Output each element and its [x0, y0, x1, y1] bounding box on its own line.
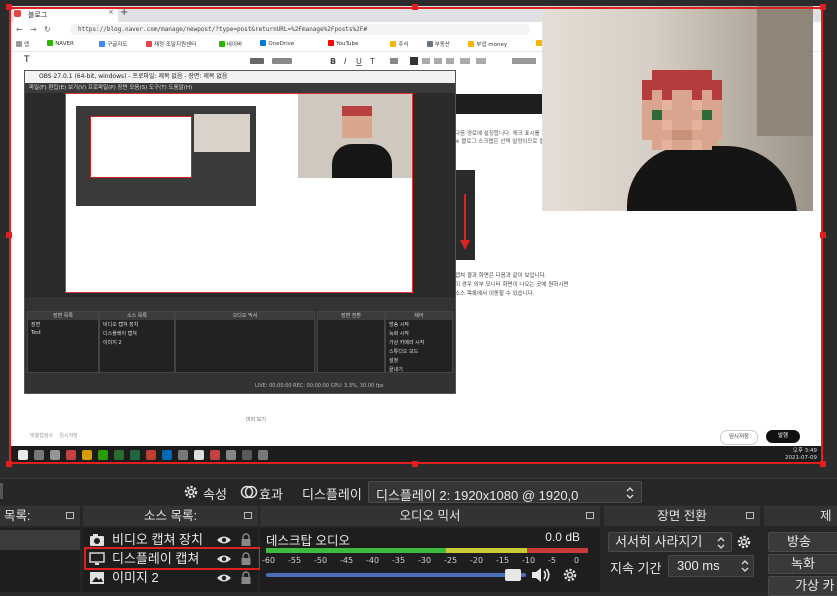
start-virtual-camera-button[interactable]: 가상 카	[768, 576, 837, 596]
resize-handle-bl[interactable]	[6, 461, 12, 467]
obs-preview[interactable]: 블로그 × + ← → ↻ https://blog.naver.com/man…	[0, 0, 837, 478]
volume-slider-thumb[interactable]	[504, 569, 521, 581]
display-label: 디스플레이	[302, 487, 362, 502]
source-toolbar: 속성 효과 디스플레이 디스플레이 2: 1920x1080 @ 1920,0	[0, 478, 837, 505]
speaker-icon[interactable]	[530, 566, 552, 584]
meter-tick-label: -40	[366, 556, 380, 565]
visibility-eye-icon[interactable]	[216, 572, 232, 584]
mixer-gear-icon[interactable]	[562, 567, 578, 583]
scenes-dock: 목록:	[0, 506, 80, 592]
meter-tick-label: -35	[392, 556, 406, 565]
meter-tick-label: -10	[522, 556, 536, 565]
camera-icon	[90, 534, 104, 546]
sources-list[interactable]: 비디오 캡쳐 장치 디스플레이 캡쳐 이미지 2	[83, 528, 261, 592]
transitions-dock-title: 장면 전환	[657, 509, 707, 523]
display-select-value: 디스플레이 2: 1920x1080 @ 1920,0	[376, 488, 579, 503]
resize-handle-tl[interactable]	[6, 4, 12, 10]
lock-icon[interactable]	[240, 571, 252, 585]
transitions-dock-header: 장면 전환	[604, 506, 760, 526]
controls-body: 방송 녹화 가상 카	[764, 528, 837, 596]
scenes-list[interactable]	[0, 528, 80, 592]
selected-source-highlight	[84, 547, 261, 570]
audio-mixer-dock: 오디오 믹서 데스크탑 오디오 0.0 dB -60 -55 -50 -45 -40 -3…	[260, 506, 600, 592]
start-streaming-button[interactable]: 방송	[768, 532, 837, 552]
mixer-dock-header: 오디오 믹서	[260, 506, 600, 526]
resize-handle-l[interactable]	[6, 232, 12, 238]
resize-handle-br[interactable]	[820, 461, 826, 467]
display-select[interactable]: 디스플레이 2: 1920x1080 @ 1920,0	[368, 481, 642, 503]
mixer-level-db: 0.0 dB	[545, 530, 580, 544]
lock-icon[interactable]	[240, 533, 252, 547]
meter-tick-label: -45	[340, 556, 354, 565]
meter-tick-label: -30	[418, 556, 432, 565]
spinner-updown-icon	[717, 537, 725, 549]
mixer-dock-title: 오디오 믹서	[399, 509, 461, 523]
source-selection-frame[interactable]	[9, 7, 823, 464]
meter-tick-label: -20	[470, 556, 484, 565]
meter-tick-label: -25	[444, 556, 458, 565]
spinner-updown-icon	[626, 487, 634, 499]
meter-tick-label: 0	[574, 556, 580, 565]
properties-label: 속성	[203, 487, 227, 502]
meter-segment	[446, 548, 527, 553]
filters-icon	[240, 485, 258, 499]
meter-segment	[526, 548, 588, 553]
filters-label: 효과	[259, 487, 283, 502]
meter-tick-label: -60	[262, 556, 276, 565]
resize-handle-tr[interactable]	[820, 4, 826, 10]
sources-dock-title: 소스 목록:	[144, 509, 197, 523]
dock-float-icon[interactable]	[244, 512, 252, 519]
transition-select-value: 서서히 사라지기	[615, 534, 703, 549]
duration-value: 300 ms	[677, 558, 720, 573]
spinner-updown-icon	[741, 560, 749, 572]
dock-float-icon[interactable]	[746, 512, 754, 519]
image-icon	[90, 572, 104, 584]
transitions-dock: 장면 전환 서서히 사라지기 지속 기간 300 ms	[604, 506, 760, 592]
gear-icon	[184, 485, 198, 499]
source-item[interactable]: 이미지 2	[83, 568, 258, 588]
sources-dock-header: 소스 목록:	[83, 506, 258, 526]
resize-handle-b[interactable]	[412, 461, 418, 467]
visibility-eye-icon[interactable]	[216, 534, 232, 546]
transition-select[interactable]: 서서히 사라지기	[608, 532, 732, 552]
resize-handle-t[interactable]	[412, 4, 418, 10]
meter-tick-label: -5	[548, 556, 556, 565]
resize-handle-r[interactable]	[820, 232, 826, 238]
volume-slider-track	[266, 573, 526, 577]
sources-dock: 소스 목록: 비디오 캡쳐 장치 디스플레이 캡쳐 이미지 2	[83, 506, 261, 592]
volume-slider[interactable]	[266, 568, 526, 582]
controls-dock-header: 제어	[764, 506, 837, 543]
start-recording-button[interactable]: 녹화	[768, 554, 837, 574]
controls-dock: 제어 방송 녹화 가상 카	[764, 506, 837, 596]
scene-item-selected[interactable]	[0, 530, 80, 550]
duration-spinbox[interactable]: 300 ms	[668, 555, 754, 577]
duration-label: 지속 기간	[610, 561, 662, 576]
scenes-dock-title: 목록:	[4, 509, 31, 523]
dock-float-icon[interactable]	[586, 512, 594, 519]
meter-segment	[266, 548, 447, 553]
source-item-label: 이미지 2	[112, 570, 159, 585]
transition-gear-icon[interactable]	[736, 534, 752, 550]
dock-float-icon[interactable]	[66, 512, 74, 519]
meter-tick-label: -55	[288, 556, 302, 565]
transitions-body: 서서히 사라지기 지속 기간 300 ms	[604, 528, 760, 592]
meter-tick-label: -50	[314, 556, 328, 565]
bottom-docks: 목록: 소스 목록: 비디오 캡쳐 장치 디스플레이 캡쳐 이미지 2 오디오 믹서…	[0, 506, 837, 596]
toolbar-left-edge	[0, 483, 3, 499]
scenes-dock-header: 목록:	[0, 506, 80, 526]
mixer-body: 데스크탑 오디오 0.0 dB -60 -55 -50 -45 -40 -35 -30 -25…	[260, 528, 600, 592]
meter-tick-label: -15	[496, 556, 510, 565]
